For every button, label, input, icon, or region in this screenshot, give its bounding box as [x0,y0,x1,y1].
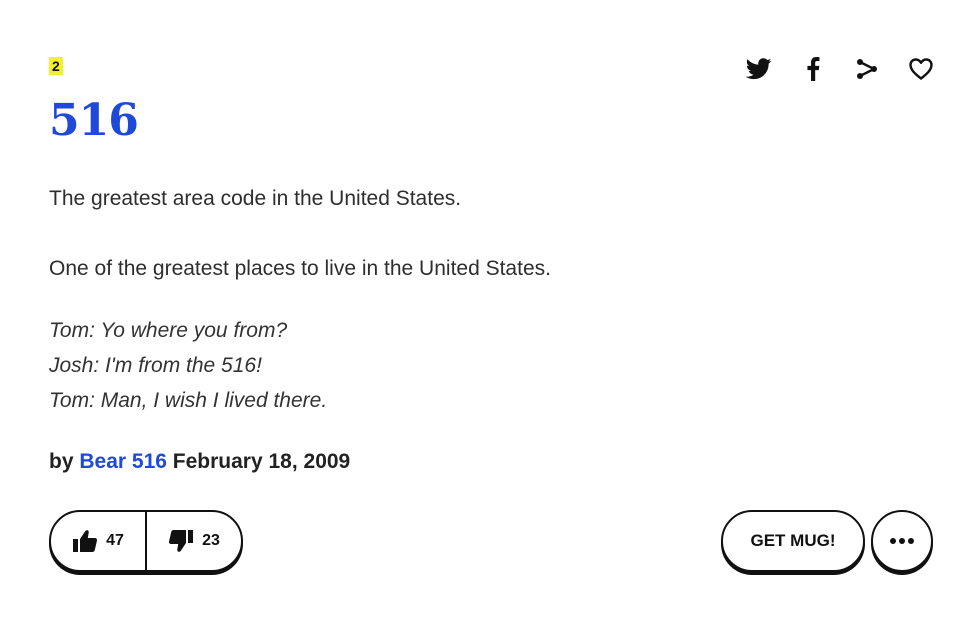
vote-buttons: 47 23 [49,510,243,572]
twitter-icon[interactable] [744,54,774,84]
heart-icon[interactable] [906,54,936,84]
thumbs-up-button[interactable]: 47 [51,512,147,570]
post-date: February 18, 2009 [172,450,351,473]
thumbs-down-button[interactable]: 23 [147,512,241,570]
definition-card: 2 516 The greatest area code in the Unit… [0,0,980,617]
definition-example: Tom: Yo where you from? Josh: I'm from t… [49,313,327,418]
author-link[interactable]: Bear 516 [79,450,167,473]
contributor-line: by Bear 516 February 18, 2009 [49,446,350,478]
meaning-line: The greatest area code in the United Sta… [49,187,462,210]
share-bar [744,54,936,84]
example-line: Tom: Man, I wish I lived there. [49,389,328,412]
more-dots-icon [890,538,914,544]
byline-prefix: by [49,450,74,473]
example-line: Tom: Yo where you from? [49,319,288,342]
thumbs-down-icon [169,530,194,552]
definition-word[interactable]: 516 [49,93,139,149]
upvote-count: 47 [106,532,124,549]
definition-meaning: The greatest area code in the United Sta… [49,183,909,285]
rank-badge: 2 [49,57,63,75]
get-mug-button[interactable]: GET MUG! [721,510,865,572]
share-icon[interactable] [852,54,882,84]
facebook-icon[interactable] [798,54,828,84]
thumbs-up-icon [73,530,98,552]
downvote-count: 23 [202,532,220,549]
example-line: Josh: I'm from the 516! [49,354,262,377]
meaning-line: One of the greatest places to live in th… [49,257,551,280]
more-options-button[interactable] [871,510,933,572]
